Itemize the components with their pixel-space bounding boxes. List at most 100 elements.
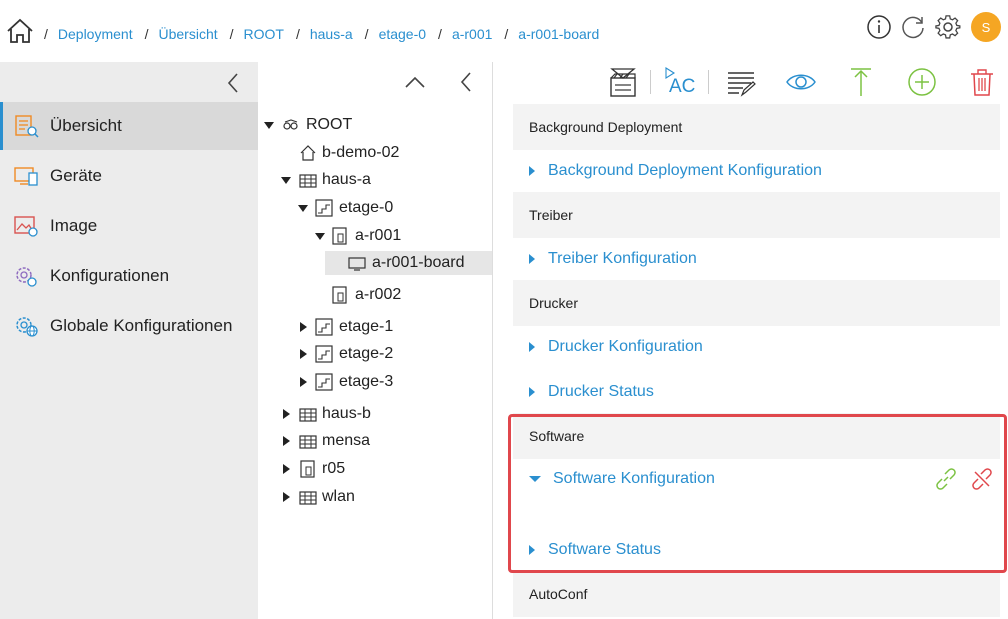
sidebar-item-globale-konfigurationen[interactable]: Globale Konfigurationen xyxy=(0,302,258,350)
breadcrumb-deployment[interactable]: Deployment xyxy=(58,26,133,42)
breadcrumb-separator: / xyxy=(144,26,149,42)
tree-node-a-r001[interactable]: a-r001 xyxy=(258,224,493,248)
breadcrumb-haus-a[interactable]: haus-a xyxy=(310,26,353,42)
breadcrumb-separator: / xyxy=(44,26,48,42)
caret-right-icon[interactable] xyxy=(300,377,307,387)
chevron-left-icon[interactable] xyxy=(224,72,242,94)
tree-node-label: etage-3 xyxy=(339,373,394,390)
tree-node-haus-a[interactable]: haus-a xyxy=(258,168,493,192)
settings-icon[interactable] xyxy=(935,14,961,40)
building-icon xyxy=(299,491,317,505)
room-icon xyxy=(332,286,347,304)
breadcrumb-root[interactable]: ROOT xyxy=(244,26,284,42)
sidebar-item-label: Globale Konfigurationen xyxy=(50,316,233,335)
sidebar-item-geraete[interactable]: Geräte xyxy=(0,152,258,200)
caret-right-icon[interactable] xyxy=(283,464,290,474)
section-header-drucker: Drucker xyxy=(513,280,1000,326)
building-icon xyxy=(299,174,317,188)
tree-node-wlan[interactable]: wlan xyxy=(258,485,493,509)
tree-panel: ROOT b-demo-02 haus-a etage-0 a-r001 a-r… xyxy=(258,62,493,619)
tree-node-root[interactable]: ROOT xyxy=(258,113,493,137)
breadcrumb-a-r001[interactable]: a-r001 xyxy=(452,26,492,42)
breadcrumb-separator: / xyxy=(295,26,300,42)
room-icon xyxy=(300,460,315,478)
sidebar-item-label: Übersicht xyxy=(50,116,122,135)
section-row-drucker-status[interactable]: Drucker Status xyxy=(529,377,654,407)
tree-node-label: r05 xyxy=(322,460,346,477)
room-icon xyxy=(332,227,347,245)
autocomplete-icon[interactable]: AC xyxy=(663,66,699,98)
image-icon xyxy=(14,216,38,237)
tree-node-label: etage-2 xyxy=(339,345,394,362)
caret-right-icon xyxy=(529,387,535,397)
tree-node-b-demo-02[interactable]: b-demo-02 xyxy=(258,141,493,165)
eye-icon[interactable] xyxy=(785,66,817,98)
floor-icon xyxy=(315,345,333,363)
top-header: / Deployment / Übersicht / ROOT / haus-a… xyxy=(0,0,1008,62)
tree-node-etage-2[interactable]: etage-2 xyxy=(258,342,493,366)
caret-right-icon[interactable] xyxy=(300,322,307,332)
tree-node-etage-3[interactable]: etage-3 xyxy=(258,370,493,394)
sidebar-item-label: Image xyxy=(50,216,98,235)
breadcrumb: / Deployment / Übersicht / ROOT / haus-a… xyxy=(44,26,611,42)
refresh-icon[interactable] xyxy=(900,14,926,40)
breadcrumb-separator: / xyxy=(364,26,369,42)
section-header-autoconf: AutoConf xyxy=(513,571,1000,617)
home-icon xyxy=(300,145,316,161)
info-icon[interactable] xyxy=(866,14,892,40)
sidebar-item-image[interactable]: Image xyxy=(0,202,258,250)
software-section-highlight xyxy=(508,414,1007,573)
chevron-up-icon[interactable] xyxy=(404,74,426,90)
caret-down-icon[interactable] xyxy=(281,177,291,184)
breadcrumb-uebersicht[interactable]: Übersicht xyxy=(158,26,217,42)
breadcrumb-etage-0[interactable]: etage-0 xyxy=(379,26,426,42)
upload-arrow-icon[interactable] xyxy=(845,66,877,98)
tree-node-r05[interactable]: r05 xyxy=(258,457,493,481)
clapperboard-icon[interactable] xyxy=(607,66,639,98)
section-row-treiber-konfiguration[interactable]: Treiber Konfiguration xyxy=(529,244,697,274)
section-header-background-deployment: Background Deployment xyxy=(513,104,1000,150)
breadcrumb-a-r001-board[interactable]: a-r001-board xyxy=(518,26,599,42)
tree-node-label: a-r002 xyxy=(355,286,402,303)
caret-down-icon[interactable] xyxy=(264,122,274,129)
tree-node-mensa[interactable]: mensa xyxy=(258,429,493,453)
section-row-drucker-konfiguration[interactable]: Drucker Konfiguration xyxy=(529,332,703,362)
caret-down-icon[interactable] xyxy=(298,205,308,212)
sidebar-item-uebersicht[interactable]: Übersicht xyxy=(0,102,258,150)
toolbar-divider xyxy=(708,70,709,94)
breadcrumb-separator: / xyxy=(504,26,509,42)
tree-node-a-r001-board[interactable]: a-r001-board xyxy=(325,251,492,275)
breadcrumb-separator: / xyxy=(229,26,234,42)
caret-down-icon[interactable] xyxy=(315,233,325,240)
tree-node-etage-0[interactable]: etage-0 xyxy=(258,196,493,220)
user-avatar[interactable]: S xyxy=(971,12,1001,42)
sidebar: Übersicht Geräte Image Konfigurationen G… xyxy=(0,62,258,619)
tree-node-etage-1[interactable]: etage-1 xyxy=(258,315,493,339)
chevron-left-icon[interactable] xyxy=(458,71,474,93)
tree-node-label: haus-a xyxy=(322,171,371,188)
config-icon xyxy=(16,267,37,287)
section-row-label: Treiber Konfiguration xyxy=(548,250,697,267)
caret-right-icon[interactable] xyxy=(300,349,307,359)
section-row-label: Drucker Status xyxy=(548,383,654,400)
tree-node-a-r002[interactable]: a-r002 xyxy=(258,283,493,307)
caret-right-icon[interactable] xyxy=(283,409,290,419)
action-toolbar: AC xyxy=(493,62,1008,102)
root-icon xyxy=(283,119,298,130)
trash-icon[interactable] xyxy=(966,66,998,98)
list-edit-icon[interactable] xyxy=(725,66,757,98)
sidebar-item-label: Geräte xyxy=(50,166,102,185)
section-row-label: Background Deployment Konfiguration xyxy=(548,162,822,179)
add-circle-icon[interactable] xyxy=(906,66,938,98)
tree-node-label: b-demo-02 xyxy=(322,144,400,161)
home-icon[interactable] xyxy=(6,18,34,44)
caret-right-icon xyxy=(529,254,535,264)
caret-right-icon[interactable] xyxy=(283,492,290,502)
overview-icon xyxy=(15,115,39,138)
floor-icon xyxy=(315,373,333,391)
section-row-background-deployment-konfiguration[interactable]: Background Deployment Konfiguration xyxy=(529,156,822,186)
caret-right-icon[interactable] xyxy=(283,436,290,446)
tree-node-haus-b[interactable]: haus-b xyxy=(258,402,493,426)
tree-node-label: wlan xyxy=(322,488,355,505)
sidebar-item-konfigurationen[interactable]: Konfigurationen xyxy=(0,252,258,300)
